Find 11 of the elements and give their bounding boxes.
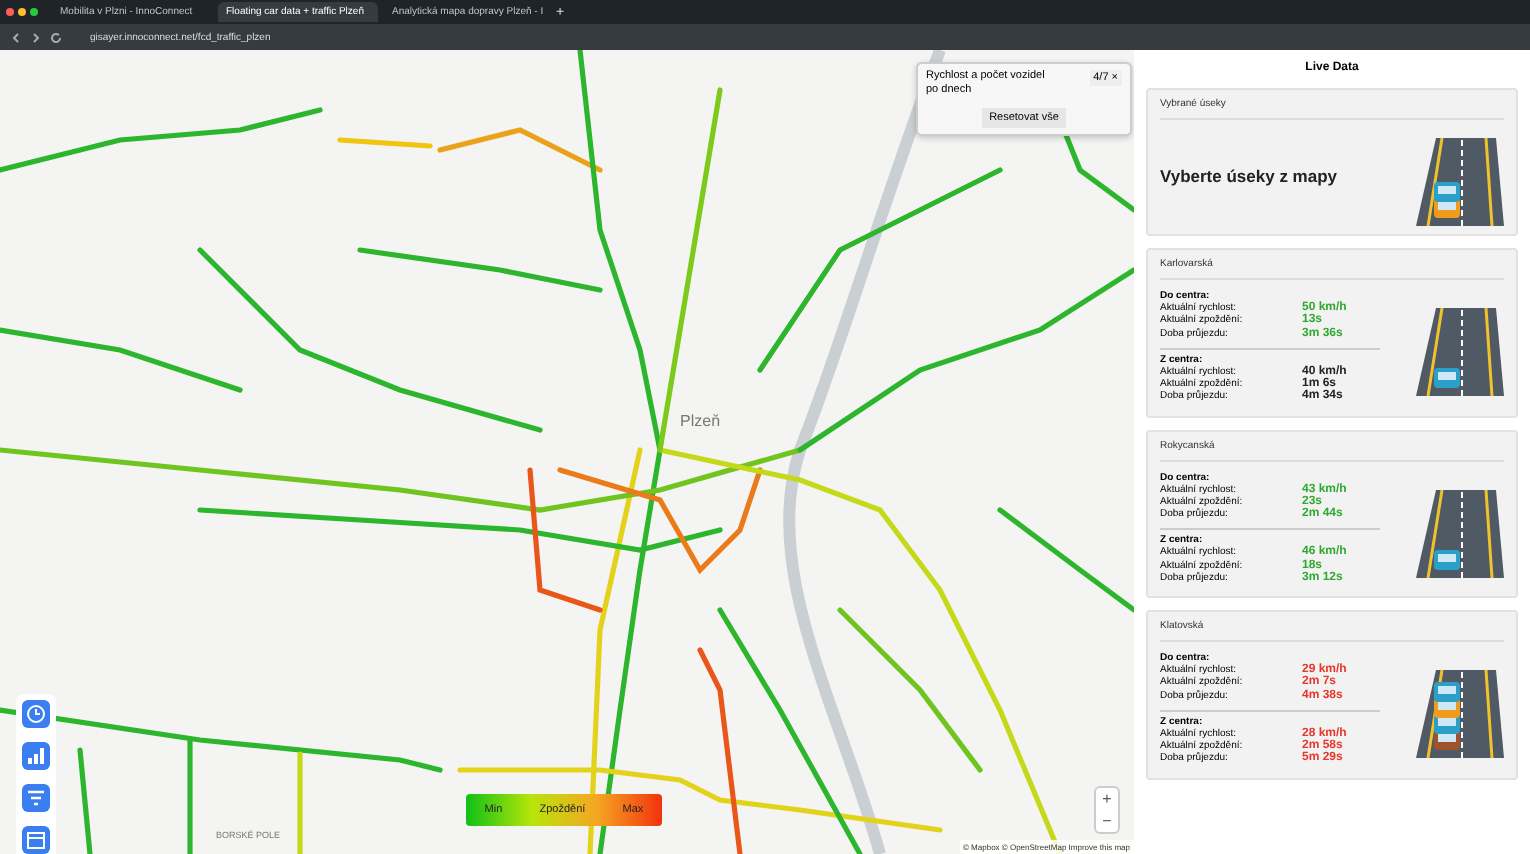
back-icon[interactable] [10, 31, 22, 43]
reload-icon[interactable] [50, 31, 62, 43]
calendar-button[interactable] [22, 826, 50, 854]
forward-icon[interactable] [30, 31, 42, 43]
zoom-out-button[interactable]: − [1096, 810, 1118, 832]
empty-message: Vyberte úseky z mapy [1160, 166, 1340, 186]
place-label: Plzeň [680, 412, 721, 430]
filter-button[interactable] [22, 784, 50, 812]
clock-button[interactable] [22, 700, 50, 728]
chart-button[interactable] [22, 742, 50, 770]
zoom-in-button[interactable]: + [1096, 788, 1118, 810]
